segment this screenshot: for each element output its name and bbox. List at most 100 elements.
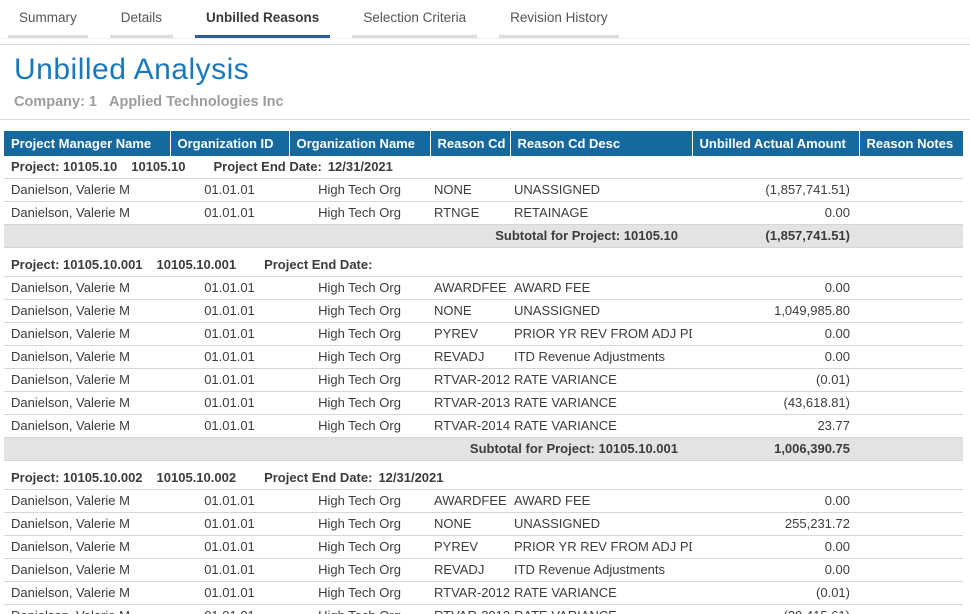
cell-amount: 0.00 <box>692 346 859 369</box>
project-label: Project: 10105.10 <box>11 159 117 174</box>
cell-project-manager: Danielson, Valerie M <box>4 559 170 582</box>
cell-reason-desc: AWARD FEE <box>510 490 692 513</box>
company-label: Company: 1 <box>14 94 97 110</box>
subtotal-label: Subtotal for Project: 10105.10.001 <box>4 438 692 461</box>
cell-org-id: 01.01.01 <box>170 300 289 323</box>
cell-reason-desc: UNASSIGNED <box>510 513 692 536</box>
cell-amount: 0.00 <box>692 277 859 300</box>
cell-reason-notes <box>859 346 963 369</box>
tab-label: Selection Criteria <box>363 10 466 25</box>
cell-reason-desc: AWARD FEE <box>510 277 692 300</box>
table-row: Danielson, Valerie M01.01.01High Tech Or… <box>4 202 963 225</box>
cell-reason-desc: PRIOR YR REV FROM ADJ PD <box>510 536 692 559</box>
subtotal-row: Subtotal for Project: 10105.10.0011,006,… <box>4 438 963 461</box>
column-header-reason-cd-desc: Reason Cd Desc <box>510 131 692 156</box>
table-row: Danielson, Valerie M01.01.01High Tech Or… <box>4 536 963 559</box>
cell-project-manager: Danielson, Valerie M <box>4 392 170 415</box>
project-label: Project: 10105.10.001 <box>11 257 143 272</box>
cell-org-id: 01.01.01 <box>170 369 289 392</box>
cell-reason-desc: RATE VARIANCE <box>510 369 692 392</box>
project-end-date: 12/31/2021 <box>378 470 443 485</box>
cell-org-name: High Tech Org <box>289 605 430 614</box>
column-header-organization-name: Organization Name <box>289 131 430 156</box>
cell-reason-desc: PRIOR YR REV FROM ADJ PD <box>510 323 692 346</box>
cell-reason-cd: PYREV <box>430 536 510 559</box>
cell-reason-notes <box>859 277 963 300</box>
cell-reason-cd: RTVAR-2013 <box>430 392 510 415</box>
project-id: 10105.10.002 <box>157 470 237 485</box>
column-header-reason-notes: Reason Notes <box>859 131 963 156</box>
column-header-project-manager-name: Project Manager Name <box>4 131 170 156</box>
cell-org-id: 01.01.01 <box>170 536 289 559</box>
cell-project-manager: Danielson, Valerie M <box>4 490 170 513</box>
cell-reason-desc: RATE VARIANCE <box>510 415 692 438</box>
tab-label: Unbilled Reasons <box>206 10 319 25</box>
cell-org-name: High Tech Org <box>289 490 430 513</box>
cell-reason-desc: RATE VARIANCE <box>510 582 692 605</box>
cell-amount: 255,231.72 <box>692 513 859 536</box>
cell-org-name: High Tech Org <box>289 536 430 559</box>
cell-reason-notes <box>859 490 963 513</box>
cell-amount: 0.00 <box>692 202 859 225</box>
subtotal-amount: (1,857,741.51) <box>692 225 859 248</box>
tab-revision-history[interactable]: Revision History <box>499 0 619 38</box>
cell-org-id: 01.01.01 <box>170 559 289 582</box>
cell-reason-cd: REVADJ <box>430 346 510 369</box>
table-row: Danielson, Valerie M01.01.01High Tech Or… <box>4 605 963 614</box>
company-line: Company: 1Applied Technologies Inc <box>14 94 970 110</box>
cell-amount: (20,415.61) <box>692 605 859 614</box>
cell-org-id: 01.01.01 <box>170 179 289 202</box>
project-label: Project: 10105.10.002 <box>11 470 143 485</box>
table-row: Danielson, Valerie M01.01.01High Tech Or… <box>4 559 963 582</box>
cell-org-id: 01.01.01 <box>170 346 289 369</box>
cell-org-id: 01.01.01 <box>170 513 289 536</box>
cell-project-manager: Danielson, Valerie M <box>4 369 170 392</box>
tab-details[interactable]: Details <box>110 0 173 38</box>
cell-org-name: High Tech Org <box>289 559 430 582</box>
subtotal-notes <box>859 225 963 248</box>
unbilled-reasons-table: Project Manager NameOrganization IDOrgan… <box>4 131 963 614</box>
tab-bar-divider <box>0 38 970 45</box>
cell-project-manager: Danielson, Valerie M <box>4 300 170 323</box>
cell-reason-cd: RTVAR-2013 <box>430 605 510 614</box>
group-header-row: Project: 10105.10.00210105.10.002Project… <box>4 467 963 490</box>
cell-reason-cd: NONE <box>430 179 510 202</box>
cell-org-name: High Tech Org <box>289 369 430 392</box>
column-header-organization-id: Organization ID <box>170 131 289 156</box>
table-row: Danielson, Valerie M01.01.01High Tech Or… <box>4 323 963 346</box>
cell-org-name: High Tech Org <box>289 513 430 536</box>
title-block: Unbilled Analysis Company: 1Applied Tech… <box>0 45 970 110</box>
cell-reason-notes <box>859 415 963 438</box>
cell-amount: 0.00 <box>692 536 859 559</box>
table-row: Danielson, Valerie M01.01.01High Tech Or… <box>4 369 963 392</box>
tab-label: Revision History <box>510 10 608 25</box>
table-row: Danielson, Valerie M01.01.01High Tech Or… <box>4 346 963 369</box>
table-row: Danielson, Valerie M01.01.01High Tech Or… <box>4 415 963 438</box>
cell-reason-notes <box>859 202 963 225</box>
cell-org-id: 01.01.01 <box>170 605 289 614</box>
cell-org-name: High Tech Org <box>289 300 430 323</box>
cell-reason-desc: RATE VARIANCE <box>510 605 692 614</box>
cell-reason-cd: NONE <box>430 300 510 323</box>
page-title: Unbilled Analysis <box>14 53 970 87</box>
subtotal-row: Subtotal for Project: 10105.10(1,857,741… <box>4 225 963 248</box>
tab-summary[interactable]: Summary <box>8 0 88 38</box>
cell-org-id: 01.01.01 <box>170 490 289 513</box>
cell-org-name: High Tech Org <box>289 415 430 438</box>
cell-org-id: 01.01.01 <box>170 415 289 438</box>
cell-project-manager: Danielson, Valerie M <box>4 323 170 346</box>
cell-org-name: High Tech Org <box>289 277 430 300</box>
tab-selection-criteria[interactable]: Selection Criteria <box>352 0 477 38</box>
column-header-unbilled-actual-amount: Unbilled Actual Amount <box>692 131 859 156</box>
cell-org-id: 01.01.01 <box>170 392 289 415</box>
cell-org-name: High Tech Org <box>289 179 430 202</box>
table-row: Danielson, Valerie M01.01.01High Tech Or… <box>4 490 963 513</box>
cell-reason-cd: NONE <box>430 513 510 536</box>
cell-org-id: 01.01.01 <box>170 277 289 300</box>
table-row: Danielson, Valerie M01.01.01High Tech Or… <box>4 179 963 202</box>
cell-amount: (0.01) <box>692 369 859 392</box>
cell-reason-desc: RETAINAGE <box>510 202 692 225</box>
cell-reason-notes <box>859 605 963 614</box>
cell-reason-cd: RTNGE <box>430 202 510 225</box>
tab-unbilled-reasons[interactable]: Unbilled Reasons <box>195 0 330 38</box>
